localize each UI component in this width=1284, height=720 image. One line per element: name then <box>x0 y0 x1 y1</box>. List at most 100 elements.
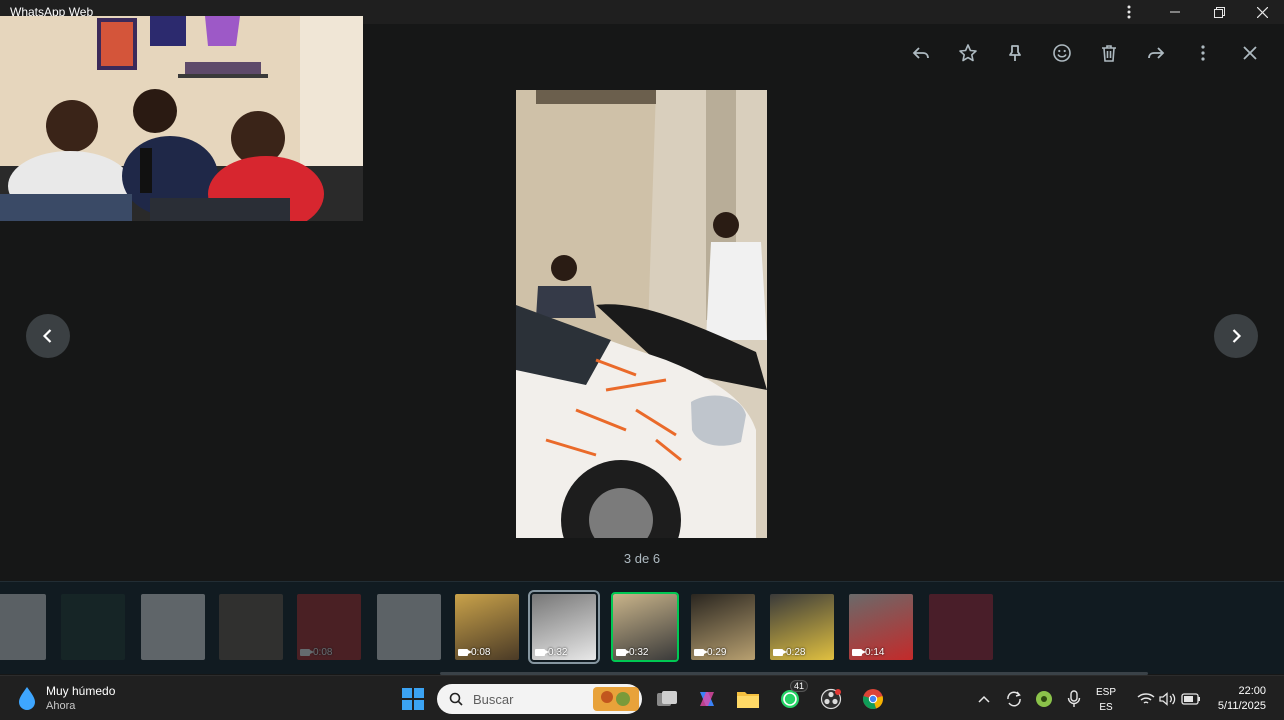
video-camera-icon <box>852 649 866 656</box>
app-tray-button[interactable] <box>1029 684 1059 714</box>
windows-logo-icon <box>402 688 424 710</box>
thumbnail-item[interactable]: 0:28 <box>770 594 834 660</box>
emoji-icon <box>1053 44 1071 62</box>
thumbnail-item[interactable] <box>377 594 441 660</box>
media-counter: 3 de 6 <box>623 551 661 566</box>
video-camera-icon <box>458 649 472 656</box>
sync-icon <box>1007 691 1021 707</box>
thumbnail-item[interactable]: 0:14 <box>849 594 913 660</box>
pin-icon <box>1009 45 1021 61</box>
weather-title: Muy húmedo <box>46 684 116 698</box>
green-app-icon <box>1036 691 1052 707</box>
start-button[interactable] <box>398 684 428 714</box>
microphone-icon <box>1067 690 1081 707</box>
forward-button[interactable] <box>1136 36 1176 70</box>
folder-icon <box>737 692 759 708</box>
forward-icon <box>1148 47 1165 59</box>
star-button[interactable] <box>948 36 988 70</box>
battery-icon <box>1181 693 1200 705</box>
thumbnail-item[interactable]: 0:08 <box>455 594 519 660</box>
previous-media-button[interactable] <box>26 314 70 358</box>
chevron-up-icon <box>978 695 990 703</box>
thumbnail-strip: 0:08 0:08 0:32 0:32 0:29 0:28 0:14 <box>0 581 1284 675</box>
window-menu-button[interactable] <box>1106 0 1152 24</box>
thumbnail-item[interactable] <box>0 594 46 660</box>
viewer-close-button[interactable] <box>1230 36 1270 70</box>
whatsapp-taskbar-button[interactable]: 41 <box>775 680 808 714</box>
weather-subtitle: Ahora <box>46 700 76 712</box>
next-media-button[interactable] <box>1214 314 1258 358</box>
windows-taskbar: Muy húmedo Ahora 41 <box>0 675 1284 720</box>
input-language-indicator[interactable]: ESP ES <box>1096 685 1116 715</box>
thumbnail-duration: 0:28 <box>773 647 805 658</box>
chevron-left-icon <box>42 329 52 343</box>
task-view-icon <box>657 691 677 706</box>
taskbar-search[interactable] <box>437 684 642 714</box>
thumbnail-item-selected[interactable]: 0:32 <box>528 590 600 664</box>
thumbnail-duration: 0:32 <box>616 647 648 658</box>
minimize-button[interactable] <box>1152 0 1198 24</box>
thumbnail-duration: 0:14 <box>852 647 884 658</box>
window-close-button[interactable] <box>1239 0 1284 24</box>
more-vertical-icon <box>1201 45 1205 61</box>
video-camera-icon <box>300 649 314 656</box>
search-highlight-image-icon <box>593 687 639 711</box>
thumbnail-duration: 0:32 <box>535 647 567 658</box>
thumbnail-item[interactable] <box>141 594 205 660</box>
delete-icon <box>1102 45 1116 62</box>
search-input[interactable] <box>473 691 583 707</box>
thumbnail-item[interactable]: 0:08 <box>297 594 361 660</box>
chrome-button[interactable] <box>858 684 888 714</box>
taskbar-clock[interactable]: 22:00 5/11/2025 <box>1218 684 1266 714</box>
thumbnail-item[interactable]: 0:29 <box>691 594 755 660</box>
chevron-right-icon <box>1232 329 1242 343</box>
copilot-button[interactable] <box>692 684 722 714</box>
restore-icon <box>1213 6 1225 18</box>
thumbnail-duration: 0:29 <box>694 647 726 658</box>
reply-button[interactable] <box>901 36 941 70</box>
more-vertical-icon <box>1127 5 1131 19</box>
chrome-icon <box>863 689 883 709</box>
media-image <box>516 90 767 538</box>
thumbnail-duration: 0:08 <box>458 647 490 658</box>
pin-button[interactable] <box>995 36 1035 70</box>
viewer-toolbar <box>901 36 1270 70</box>
restore-button[interactable] <box>1196 0 1242 24</box>
sync-tray-button[interactable] <box>999 684 1029 714</box>
weather-widget[interactable]: Muy húmedo Ahora <box>16 684 115 712</box>
minimize-icon <box>1170 11 1180 13</box>
emoji-button[interactable] <box>1042 36 1082 70</box>
microphone-tray-button[interactable] <box>1059 684 1089 714</box>
task-view-button[interactable] <box>652 684 682 714</box>
video-camera-icon <box>773 649 787 656</box>
close-icon <box>1256 6 1268 18</box>
video-camera-icon <box>694 649 708 656</box>
reply-icon <box>912 47 929 59</box>
thumbnail-duration: 0:08 <box>300 647 332 658</box>
obs-button[interactable] <box>816 684 846 714</box>
viewer-menu-button[interactable] <box>1183 36 1223 70</box>
thumbnail-item[interactable] <box>61 594 125 660</box>
show-hidden-icons-button[interactable] <box>969 684 999 714</box>
whatsapp-media-viewer: WhatsApp Web 3 de 6 0:08 0:08 0:32 0:32 … <box>0 0 1284 720</box>
keyboard-layout: ES <box>1099 702 1113 713</box>
star-icon <box>959 44 977 62</box>
video-camera-icon <box>616 649 630 656</box>
copilot-icon <box>700 692 714 706</box>
delete-button[interactable] <box>1089 36 1129 70</box>
clock-date: 5/11/2025 <box>1217 700 1266 712</box>
water-drop-icon <box>19 687 35 710</box>
obs-icon <box>820 688 842 710</box>
thumbnail-item-current[interactable]: 0:32 <box>611 592 679 662</box>
language-code: ESP <box>1096 687 1117 698</box>
file-explorer-button[interactable] <box>733 684 763 714</box>
clock-time: 22:00 <box>1238 685 1266 697</box>
search-icon <box>449 692 463 706</box>
thumbnail-item[interactable] <box>929 594 993 660</box>
notification-badge: 41 <box>789 680 808 692</box>
volume-icon <box>1159 692 1176 706</box>
battery-tray-button[interactable] <box>1176 684 1206 714</box>
thumbnail-item[interactable] <box>219 594 283 660</box>
close-icon <box>1243 46 1257 60</box>
webcam-overlay <box>0 16 363 221</box>
